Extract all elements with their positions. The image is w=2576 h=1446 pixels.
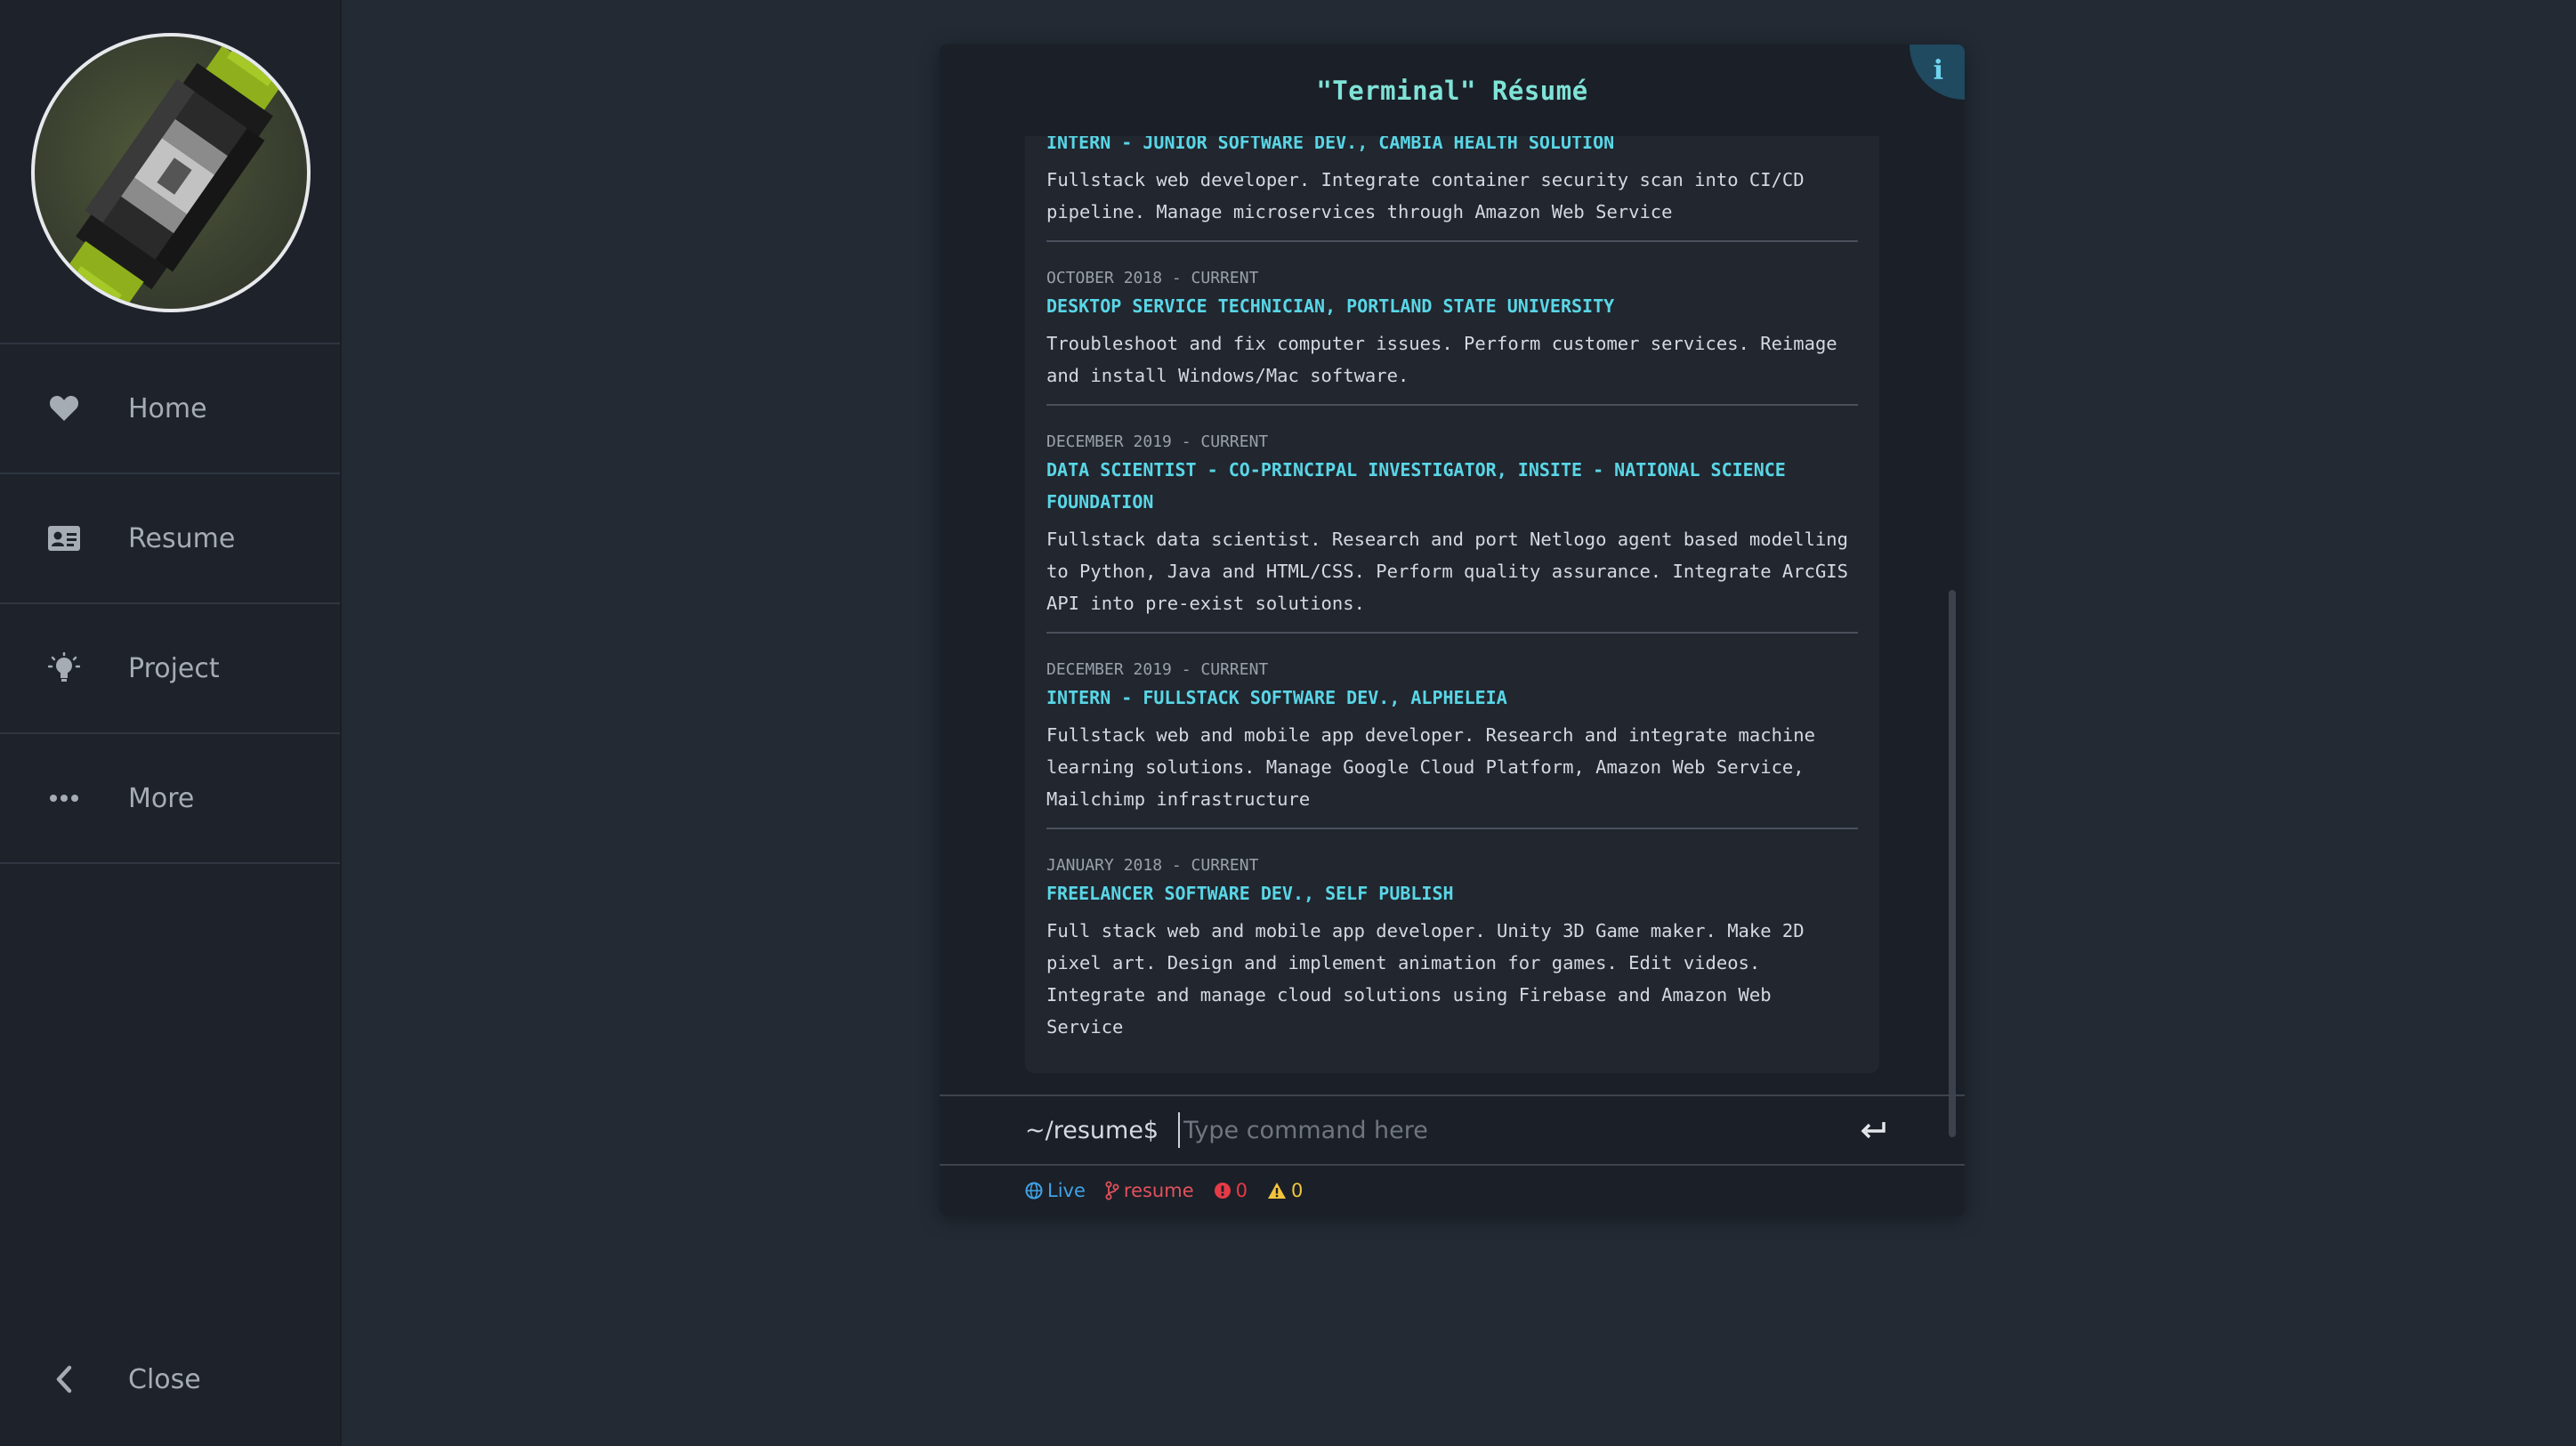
globe-icon xyxy=(1025,1182,1043,1200)
warning-icon xyxy=(1268,1183,1286,1199)
entry-title: DATA SCIENTIST - CO-PRINCIPAL INVESTIGAT… xyxy=(1046,459,1786,513)
info-icon: i xyxy=(1933,55,1943,86)
entry-description: Troubleshoot and fix computer issues. Pe… xyxy=(1046,333,1837,386)
entry-description: Full stack web and mobile app developer.… xyxy=(1046,920,1805,1038)
status-warnings[interactable]: 0 xyxy=(1267,1180,1303,1201)
entry-description: Fullstack web and mobile app developer. … xyxy=(1046,724,1815,810)
status-bar: Live resume 0 0 xyxy=(940,1166,1965,1216)
sidebar-close-button[interactable]: Close xyxy=(0,1339,342,1419)
avatar[interactable] xyxy=(31,33,311,312)
enter-button[interactable] xyxy=(1858,1114,1890,1146)
error-icon xyxy=(1214,1183,1231,1199)
branch-label: resume xyxy=(1123,1180,1194,1201)
entry-title: FREELANCER SOFTWARE DEV., SELF PUBLISH xyxy=(1046,883,1454,904)
git-branch-icon xyxy=(1105,1181,1119,1200)
resume-entry: DECEMBER 2019 - CURRENT INTERN - FULLSTA… xyxy=(1046,634,1858,829)
resume-entry: INTERN - JUNIOR SOFTWARE DEV., CAMBIA HE… xyxy=(1046,136,1858,242)
sidebar-item-label: More xyxy=(128,782,195,814)
sidebar-item-more[interactable]: More xyxy=(0,734,340,864)
terminal-header: "Terminal" Résumé i xyxy=(940,44,1965,136)
pixel-capsule-logo xyxy=(68,45,281,307)
id-card-icon xyxy=(48,522,80,554)
sidebar-item-label: Project xyxy=(128,652,220,684)
resume-entry: JANUARY 2018 - CURRENT FREELANCER SOFTWA… xyxy=(1046,829,1858,1055)
info-button[interactable]: i xyxy=(1910,44,1965,100)
sidebar-item-label: Resume xyxy=(128,522,236,554)
entry-title: DESKTOP SERVICE TECHNICIAN, PORTLAND STA… xyxy=(1046,295,1615,317)
ellipsis-icon xyxy=(48,782,80,814)
heart-icon xyxy=(48,392,80,424)
status-live[interactable]: Live xyxy=(1025,1180,1086,1201)
error-count: 0 xyxy=(1235,1180,1248,1201)
entry-date: DECEMBER 2019 - CURRENT xyxy=(1046,660,1269,679)
command-bar: ~/resume$ xyxy=(940,1095,1965,1166)
scrollbar[interactable] xyxy=(1949,590,1956,1137)
status-errors[interactable]: 0 xyxy=(1214,1180,1248,1201)
resume-entry: OCTOBER 2018 - CURRENT DESKTOP SERVICE T… xyxy=(1046,242,1858,406)
entry-date: OCTOBER 2018 - CURRENT xyxy=(1046,269,1259,287)
terminal-title: "Terminal" Résumé xyxy=(1316,75,1588,106)
entry-title: INTERN - FULLSTACK SOFTWARE DEV., ALPHEL… xyxy=(1046,687,1507,708)
command-input[interactable] xyxy=(1178,1112,1855,1148)
entry-description: Fullstack web developer. Integrate conta… xyxy=(1046,169,1805,222)
close-label: Close xyxy=(128,1363,201,1395)
entry-title: INTERN - JUNIOR SOFTWARE DEV., CAMBIA HE… xyxy=(1046,136,1615,153)
live-label: Live xyxy=(1047,1180,1086,1201)
resume-entry: DECEMBER 2019 - CURRENT DATA SCIENTIST -… xyxy=(1046,406,1858,634)
sidebar-item-label: Home xyxy=(128,392,207,424)
resume-content[interactable]: INTERN - JUNIOR SOFTWARE DEV., CAMBIA HE… xyxy=(1025,136,1879,1073)
entry-date: JANUARY 2018 - CURRENT xyxy=(1046,856,1259,875)
enter-icon xyxy=(1861,1122,1886,1139)
sidebar-item-project[interactable]: Project xyxy=(0,604,340,734)
entry-description: Fullstack data scientist. Research and p… xyxy=(1046,529,1848,614)
entry-date: DECEMBER 2019 - CURRENT xyxy=(1046,432,1269,451)
sidebar: Home Resume Project More Close xyxy=(0,0,342,1446)
status-branch[interactable]: resume xyxy=(1105,1180,1194,1201)
lightbulb-icon xyxy=(48,652,80,684)
terminal-body: INTERN - JUNIOR SOFTWARE DEV., CAMBIA HE… xyxy=(940,136,1965,1142)
chevron-left-icon xyxy=(48,1363,80,1395)
warning-count: 0 xyxy=(1291,1180,1304,1201)
terminal-window: "Terminal" Résumé i INTERN - JUNIOR SOFT… xyxy=(940,44,1965,1216)
prompt-label: ~/resume$ xyxy=(1025,1116,1159,1144)
avatar-section xyxy=(0,0,340,344)
sidebar-item-home[interactable]: Home xyxy=(0,344,340,474)
sidebar-item-resume[interactable]: Resume xyxy=(0,474,340,604)
